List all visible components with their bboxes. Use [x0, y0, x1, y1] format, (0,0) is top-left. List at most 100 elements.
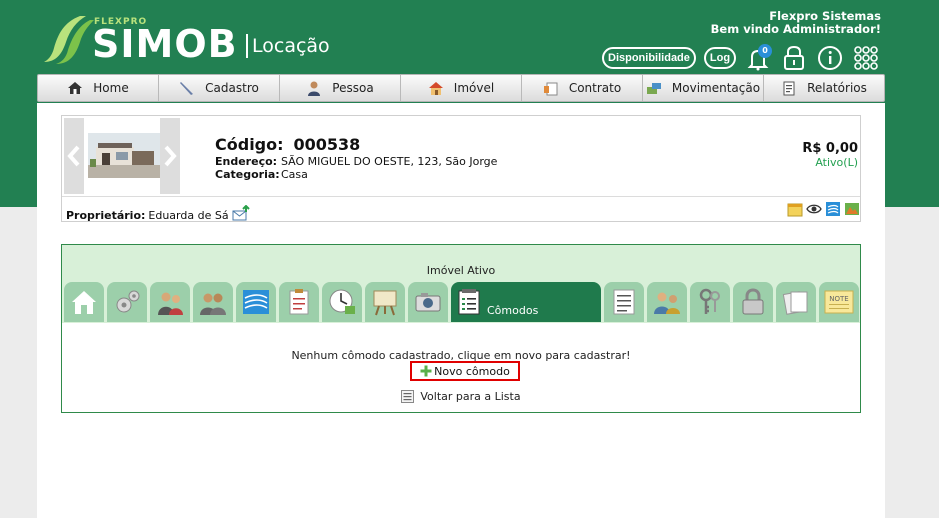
settings-tab-icon: [116, 290, 140, 313]
tab-settings[interactable]: [107, 282, 147, 322]
eye-icon[interactable]: [806, 201, 822, 217]
status-badge: Ativo(L): [815, 156, 858, 169]
tab-documents[interactable]: [776, 282, 816, 322]
nav-home[interactable]: Home: [38, 75, 159, 101]
brand-name: SIMOB: [92, 22, 238, 66]
document-icon[interactable]: [825, 201, 841, 217]
svg-text:NOTE: NOTE: [829, 295, 848, 303]
home-tab-icon: [72, 291, 96, 314]
availability-button[interactable]: Disponibilidade: [602, 47, 696, 69]
notifications-button[interactable]: 0: [744, 44, 773, 72]
keys-tab-icon: [699, 288, 720, 314]
nav-label: Imóvel: [453, 81, 495, 95]
pencil-icon: [180, 82, 194, 95]
user-info: Flexpro Sistemas Bem vindo Administrador…: [711, 10, 881, 36]
tab-users[interactable]: [647, 282, 687, 322]
clock-tab-icon: [329, 289, 355, 314]
tab-keys[interactable]: [690, 282, 730, 322]
tab-row: Cômodos NOTE: [62, 282, 860, 322]
active-tab-label: Cômodos: [487, 303, 539, 317]
brand-module: Locação: [252, 35, 330, 57]
logo-swoosh-icon: [44, 16, 94, 64]
property-code: Código: 000538: [215, 135, 360, 154]
checklist-tab-icon: [289, 289, 309, 315]
nav-cadastro[interactable]: Cadastro: [159, 75, 280, 101]
address-label: Endereço:: [215, 155, 278, 168]
house-icon: [428, 82, 443, 95]
apps-button[interactable]: [852, 44, 880, 72]
prev-photo-button[interactable]: [64, 118, 84, 194]
tab-lock[interactable]: [733, 282, 773, 322]
tab-people[interactable]: [150, 282, 190, 322]
main-nav: Home Cadastro Pessoa Imóvel Contrato Mov…: [37, 74, 885, 102]
chevron-right-icon: [164, 145, 177, 167]
property-tabs-panel: Imóvel Ativo Cômodos NOTE Nenhum cômodo …: [61, 244, 861, 413]
money-icon: [646, 83, 661, 94]
lock-icon: [784, 45, 805, 70]
grid-icon: [854, 46, 878, 70]
nav-relatorios[interactable]: Relatórios: [764, 75, 884, 101]
report-icon: [783, 81, 795, 96]
nav-imovel[interactable]: Imóvel: [401, 75, 522, 101]
owner-row: Proprietário: Eduarda de Sá: [66, 204, 250, 222]
welcome-message: Bem vindo Administrador!: [710, 22, 881, 36]
list-tab-icon: [613, 289, 635, 315]
documents-tab-icon: [782, 291, 808, 315]
tab-group[interactable]: [193, 282, 233, 322]
info-icon: [818, 46, 843, 70]
new-room-button[interactable]: Novo cômodo: [410, 361, 520, 381]
property-card: Código: 000538 Endereço: SÃO MIGUEL DO OES…: [61, 115, 861, 222]
list-icon: [401, 390, 415, 403]
tabs-header: Imóvel Ativo Cômodos NOTE: [62, 245, 860, 323]
lock-button[interactable]: [780, 44, 808, 72]
back-to-list-label: Voltar para a Lista: [420, 390, 521, 403]
tabs-header-title: Imóvel Ativo: [426, 264, 496, 277]
tab-home[interactable]: [64, 282, 104, 322]
log-button[interactable]: Log: [703, 47, 737, 69]
users-tab-icon: [654, 292, 680, 314]
tab-checklist[interactable]: [279, 282, 319, 322]
tab-camera[interactable]: [408, 282, 448, 322]
nav-movimentacao[interactable]: Movimentação: [643, 75, 764, 101]
info-button[interactable]: [816, 44, 844, 72]
nav-label: Pessoa: [332, 81, 374, 95]
plus-icon: [420, 365, 432, 377]
people-tab-icon: [158, 292, 183, 315]
tab-clock[interactable]: [322, 282, 362, 322]
tab-note[interactable]: NOTE: [819, 282, 859, 322]
top-toolbar: Disponibilidade Log 0: [602, 44, 880, 72]
tab-easel[interactable]: [365, 282, 405, 322]
category-label: Categoria:: [215, 168, 280, 181]
home-icon: [68, 82, 83, 94]
email-upload-icon[interactable]: [232, 204, 250, 221]
category-value: Casa: [281, 168, 308, 181]
code-label: Código:: [215, 135, 284, 154]
owner-value[interactable]: Eduarda de Sá: [148, 209, 228, 222]
divider: [62, 196, 860, 197]
tab-list[interactable]: [604, 282, 644, 322]
tab-flag[interactable]: [236, 282, 276, 322]
map-icon[interactable]: [844, 201, 860, 217]
calendar-icon[interactable]: [787, 201, 803, 217]
tab-comodos[interactable]: Cômodos: [451, 282, 601, 322]
new-room-label: Novo cômodo: [434, 364, 510, 378]
nav-contrato[interactable]: Contrato: [522, 75, 643, 101]
property-actions: [787, 201, 860, 217]
simob-logo[interactable]: FLEXPRO SIMOB Locação: [44, 14, 344, 66]
camera-tab-icon: [415, 293, 441, 312]
address-row: Endereço: SÃO MIGUEL DO OESTE, 123, São J…: [215, 155, 497, 168]
content-panel: Código: 000538 Endereço: SÃO MIGUEL DO OES…: [37, 103, 885, 518]
nav-label: Contrato: [568, 81, 622, 95]
nav-label: Relatórios: [807, 81, 867, 95]
group-tab-icon: [200, 293, 226, 315]
code-value: 000538: [293, 135, 361, 154]
price-value: R$ 0,00: [802, 141, 858, 156]
nav-pessoa[interactable]: Pessoa: [280, 75, 401, 101]
next-photo-button[interactable]: [160, 118, 180, 194]
contract-icon: [543, 82, 558, 96]
logo-divider: [246, 34, 248, 58]
note-tab-icon: NOTE: [824, 290, 854, 314]
lock-tab-icon: [742, 288, 764, 315]
property-photo[interactable]: [88, 133, 160, 178]
back-to-list-link[interactable]: Voltar para a Lista: [62, 390, 860, 403]
